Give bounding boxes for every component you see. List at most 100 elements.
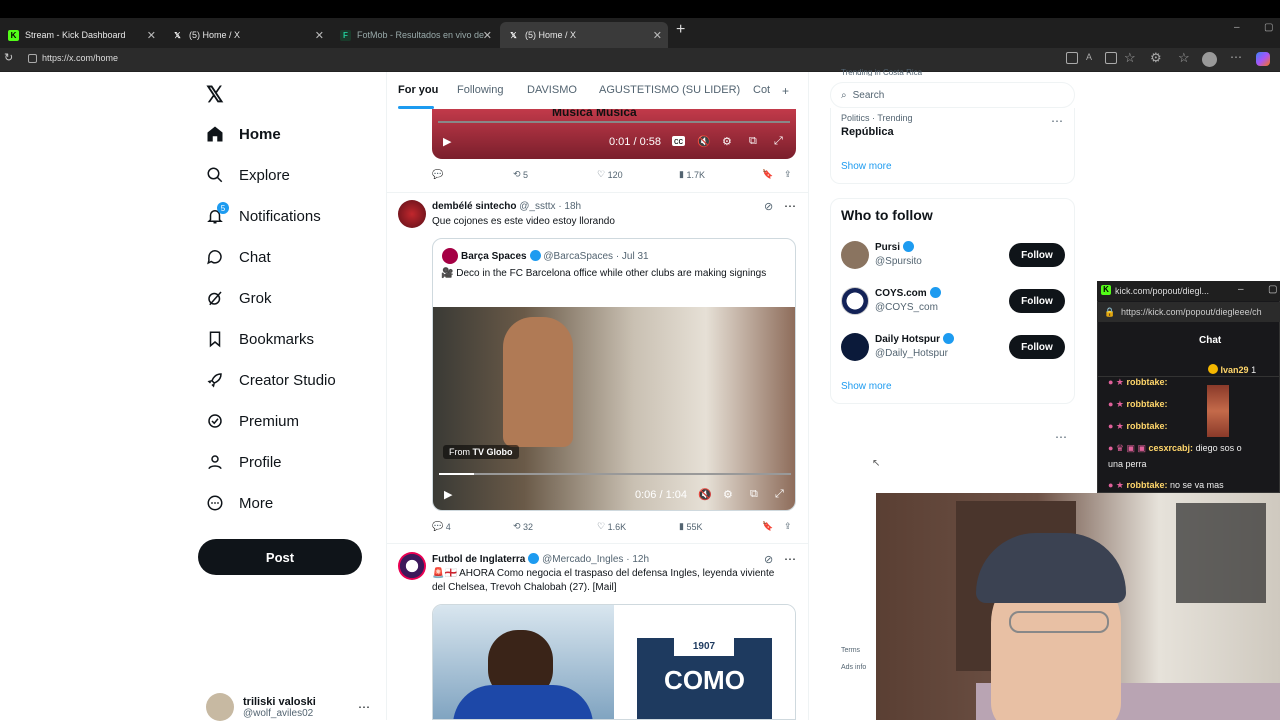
grok-icon[interactable]: ⊘	[764, 553, 773, 566]
x-logo[interactable]: 𝕏	[206, 82, 224, 108]
repost-button[interactable]: ⟲ 32	[513, 521, 533, 532]
video-player[interactable]: Musica Musica ▶ 0:01 / 0:58 cc 🔇 ⚙ ⧉ ⤢	[432, 109, 796, 159]
bookmark-icon[interactable]: 🔖	[762, 169, 773, 180]
footer-ads-link[interactable]: Ads info	[841, 664, 866, 671]
tweet-time[interactable]: · 18h	[558, 201, 581, 212]
reader-icon[interactable]	[1105, 52, 1117, 64]
play-icon[interactable]: ▶	[443, 135, 451, 148]
nav-explore[interactable]: Explore	[205, 160, 290, 190]
add-tab-icon[interactable]: +	[782, 84, 789, 98]
captions-icon[interactable]: cc	[672, 136, 685, 146]
close-icon[interactable]: ✕	[315, 29, 324, 42]
minimize-icon[interactable]: –	[1238, 284, 1244, 295]
account-switcher[interactable]: triliski valoski @wolf_aviles02	[206, 693, 316, 721]
maximize-icon[interactable]: ▢	[1268, 284, 1277, 295]
app-icon[interactable]	[1066, 52, 1078, 64]
tweet-author[interactable]: Futbol de Inglaterra	[432, 554, 525, 565]
nav-more[interactable]: More	[205, 488, 273, 518]
grok-icon[interactable]: ⊘	[764, 200, 773, 213]
tweet-more-icon[interactable]: ⋯	[784, 552, 796, 566]
extensions-icon[interactable]: ⚙	[1150, 50, 1162, 66]
tab-x-home[interactable]: 𝕏 (5) Home / X ✕	[164, 22, 330, 48]
tweet-time[interactable]: · 12h	[626, 554, 649, 565]
nav-grok[interactable]: Grok	[205, 283, 272, 313]
fullscreen-icon[interactable]: ⤢	[775, 488, 784, 501]
tweet-more-icon[interactable]: ⋯	[784, 199, 796, 213]
footer-terms-link[interactable]: Terms	[841, 647, 860, 654]
copilot-icon[interactable]	[1256, 52, 1270, 66]
mute-icon[interactable]: 🔇	[698, 488, 712, 501]
settings-icon[interactable]: ⚙	[722, 135, 732, 148]
fullscreen-icon[interactable]: ⤢	[774, 135, 783, 148]
tab-davismo[interactable]: DAVISMO	[527, 84, 577, 96]
footer-more-icon[interactable]: ⋯	[1055, 430, 1067, 444]
trend-more-icon[interactable]: ⋯	[1051, 114, 1063, 128]
like-button[interactable]: ♡ 1.6K	[597, 521, 626, 532]
nav-bookmarks[interactable]: Bookmarks	[205, 324, 314, 354]
tab-following[interactable]: Following	[457, 84, 503, 96]
avatar[interactable]	[841, 241, 869, 269]
nav-home[interactable]: Home	[205, 119, 281, 149]
suggestion-name[interactable]: COYS.com	[875, 287, 941, 299]
close-icon[interactable]: ✕	[483, 29, 492, 42]
suggestion-name[interactable]: Pursi	[875, 241, 915, 253]
suggestion-name[interactable]: Daily Hotspur	[875, 333, 955, 345]
nav-creator-studio[interactable]: Creator Studio	[205, 365, 336, 395]
follow-button[interactable]: Follow	[1009, 289, 1065, 313]
nav-notifications[interactable]: 5 Notifications	[205, 201, 321, 231]
tab-fotmob[interactable]: F FotMob - Resultados en vivo de fú ✕	[332, 22, 498, 48]
close-icon[interactable]: ✕	[653, 29, 662, 42]
views-button[interactable]: ▮ 1.7K	[679, 169, 705, 180]
show-more-link[interactable]: Show more	[841, 161, 892, 172]
profile-avatar-icon[interactable]	[1202, 52, 1217, 67]
new-tab-button[interactable]: +	[676, 21, 685, 39]
close-icon[interactable]: ✕	[147, 29, 156, 42]
settings-icon[interactable]: ⚙	[723, 488, 733, 501]
tweet-image[interactable]: 1907 COMO	[432, 604, 796, 720]
share-icon[interactable]: ⇪	[784, 169, 792, 180]
post-button[interactable]: Post	[198, 539, 362, 575]
tab-x-home-active[interactable]: 𝕏 (5) Home / X ✕	[500, 22, 668, 48]
translate-icon[interactable]: A	[1086, 52, 1098, 64]
search-input[interactable]: ⌕ Search	[830, 82, 1075, 108]
pip-icon[interactable]: ⧉	[749, 135, 757, 148]
tweet-author[interactable]: dembélé sintecho	[432, 201, 516, 212]
video-progress[interactable]	[439, 473, 791, 475]
site-info-icon[interactable]	[28, 54, 37, 63]
maximize-icon[interactable]: ▢	[1264, 22, 1273, 33]
account-more-icon[interactable]: ⋯	[358, 700, 370, 714]
show-more-link[interactable]: Show more	[841, 381, 892, 392]
bookmark-icon[interactable]: 🔖	[762, 521, 773, 532]
reply-icon[interactable]: 💬	[432, 169, 443, 180]
reload-icon[interactable]: ↻	[4, 51, 13, 64]
follow-button[interactable]: Follow	[1009, 335, 1065, 359]
repost-button[interactable]: ⟲ 5	[513, 169, 528, 180]
tab-kick-dashboard[interactable]: K Stream - Kick Dashboard ✕	[0, 22, 162, 48]
reply-button[interactable]: 💬 4	[432, 521, 451, 532]
pip-icon[interactable]: ⧉	[750, 488, 758, 501]
play-icon[interactable]: ▶	[444, 488, 452, 501]
quoted-tweet[interactable]: Barça Spaces @BarcaSpaces · Jul 31 🎥 Dec…	[432, 238, 796, 511]
tab-agustetismo[interactable]: AGUSTETISMO (SU LIDER)	[599, 84, 740, 96]
url-field[interactable]: https://x.com/home	[42, 53, 118, 63]
popout-url[interactable]: https://kick.com/popout/diegleee/ch	[1097, 302, 1280, 322]
like-button[interactable]: ♡ 120	[597, 169, 623, 180]
tab-for-you[interactable]: For you	[398, 84, 438, 96]
views-button[interactable]: ▮ 55K	[679, 521, 702, 532]
share-icon[interactable]: ⇪	[784, 521, 792, 532]
avatar[interactable]	[398, 552, 426, 580]
nav-chat[interactable]: Chat	[205, 242, 271, 272]
mute-icon[interactable]: 🔇	[697, 135, 711, 148]
trend-name[interactable]: República	[841, 126, 894, 138]
video-player[interactable]: From TV Globo ▶ 0:06 / 1:04 🔇 ⚙ ⧉ ⤢	[433, 307, 795, 510]
follow-button[interactable]: Follow	[1009, 243, 1065, 267]
nav-premium[interactable]: Premium	[205, 406, 299, 436]
nav-profile[interactable]: Profile	[205, 447, 282, 477]
favorites-icon[interactable]: ☆	[1178, 50, 1190, 66]
tab-cot[interactable]: Cot	[753, 84, 770, 96]
minimize-icon[interactable]: –	[1234, 22, 1240, 33]
star-icon[interactable]: ☆	[1124, 50, 1136, 66]
avatar[interactable]	[398, 200, 426, 228]
avatar[interactable]	[841, 333, 869, 361]
avatar[interactable]	[841, 287, 869, 315]
